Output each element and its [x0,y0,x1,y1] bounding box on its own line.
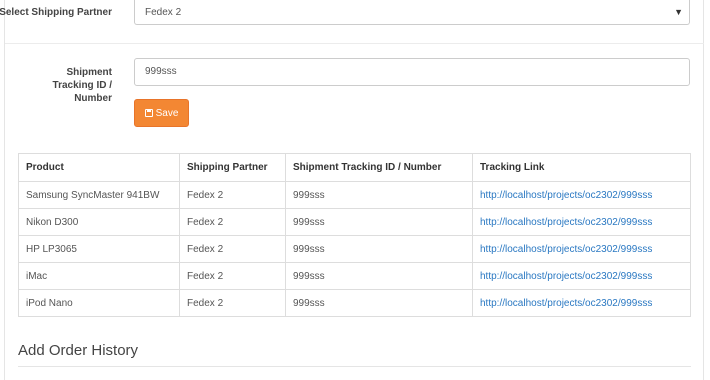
product-cell: HP LP3065 [18,235,180,263]
column-header-tracking-link: Tracking Link [472,153,691,182]
shipping-partner-select[interactable]: Fedex 2 ▼ [134,0,690,25]
tracking-link[interactable]: http://localhost/projects/oc2302/999sss [472,289,691,317]
column-header-tracking-id: Shipment Tracking ID / Number [285,153,473,182]
column-header-product: Product [18,153,180,182]
tracking-id-input[interactable]: 999sss [134,58,690,86]
tracking-id-cell: 999sss [285,181,473,209]
shipping-partner-cell: Fedex 2 [179,235,286,263]
tracking-id-cell: 999sss [285,262,473,290]
product-cell: iMac [18,262,180,290]
table-row: Nikon D300 Fedex 2 999sss http://localho… [18,208,691,236]
tracking-id-cell: 999sss [285,208,473,236]
tracking-link[interactable]: http://localhost/projects/oc2302/999sss [472,208,691,236]
shipping-partner-cell: Fedex 2 [179,262,286,290]
shipping-partner-cell: Fedex 2 [179,208,286,236]
save-button[interactable]: Save [134,99,189,127]
tracking-id-cell: 999sss [285,235,473,263]
shipping-partner-value: Fedex 2 [145,7,182,18]
shipping-partner-label: Select Shipping Partner [0,7,112,18]
tracking-link[interactable]: http://localhost/projects/oc2302/999sss [472,181,691,209]
form-divider [5,43,704,44]
tracking-link[interactable]: http://localhost/projects/oc2302/999sss [472,235,691,263]
tracking-link[interactable]: http://localhost/projects/oc2302/999sss [472,262,691,290]
product-cell: Nikon D300 [18,208,180,236]
tracking-id-cell: 999sss [285,289,473,317]
caret-down-icon: ▼ [674,7,683,17]
tracking-id-label: Shipment Tracking ID / Number [52,67,112,104]
column-header-shipping-partner: Shipping Partner [179,153,286,182]
add-order-history-title: Add Order History [18,342,139,359]
table-row: Samsung SyncMaster 941BW Fedex 2 999sss … [18,181,691,209]
shipment-table: Product Shipping Partner Shipment Tracki… [18,153,691,317]
table-row: HP LP3065 Fedex 2 999sss http://localhos… [18,235,691,263]
save-button-label: Save [155,107,179,119]
shipping-partner-cell: Fedex 2 [179,181,286,209]
floppy-disk-icon [144,109,153,117]
table-row: iPod Nano Fedex 2 999sss http://localhos… [18,289,691,317]
product-cell: Samsung SyncMaster 941BW [18,181,180,209]
section-divider [18,366,691,367]
table-row: iMac Fedex 2 999sss http://localhost/pro… [18,262,691,290]
table-header-row: Product Shipping Partner Shipment Tracki… [18,153,691,182]
shipping-partner-cell: Fedex 2 [179,289,286,317]
product-cell: iPod Nano [18,289,180,317]
